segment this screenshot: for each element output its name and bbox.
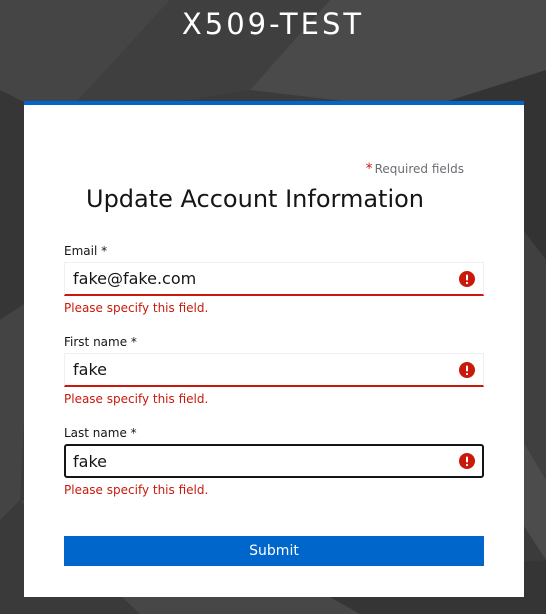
- email-error: Please specify this field.: [64, 301, 209, 315]
- realm-title: X509-TEST: [181, 7, 365, 41]
- submit-button[interactable]: Submit: [64, 536, 484, 566]
- first-name-error: Please specify this field.: [64, 392, 209, 406]
- email-input-wrapper: [64, 262, 484, 296]
- last-name-error: Please specify this field.: [64, 483, 209, 497]
- exclamation-circle-icon: [459, 270, 475, 287]
- exclamation-circle-icon: [459, 453, 475, 469]
- first-name-field[interactable]: [65, 354, 445, 385]
- first-name-input-wrapper: [64, 353, 484, 387]
- last-name-input-wrapper: [64, 444, 484, 478]
- email-field[interactable]: [65, 263, 445, 294]
- email-group: Email * Please specify this field.: [64, 244, 484, 316]
- last-name-label: Last name *: [64, 426, 137, 440]
- last-name-field[interactable]: [66, 446, 446, 476]
- first-name-label: First name *: [64, 335, 137, 349]
- exclamation-circle-icon: [459, 361, 475, 378]
- required-fields-note: * Required fields: [366, 161, 464, 177]
- page-title: Update Account Information: [86, 185, 425, 213]
- first-name-group: First name * Please specify this field.: [64, 335, 484, 407]
- required-fields-text: Required fields: [374, 162, 464, 176]
- email-label: Email *: [64, 244, 108, 258]
- required-star: *: [365, 161, 373, 177]
- login-card: * Required fields Update Account Informat…: [24, 101, 524, 597]
- last-name-group: Last name * Please specify this field.: [64, 426, 484, 498]
